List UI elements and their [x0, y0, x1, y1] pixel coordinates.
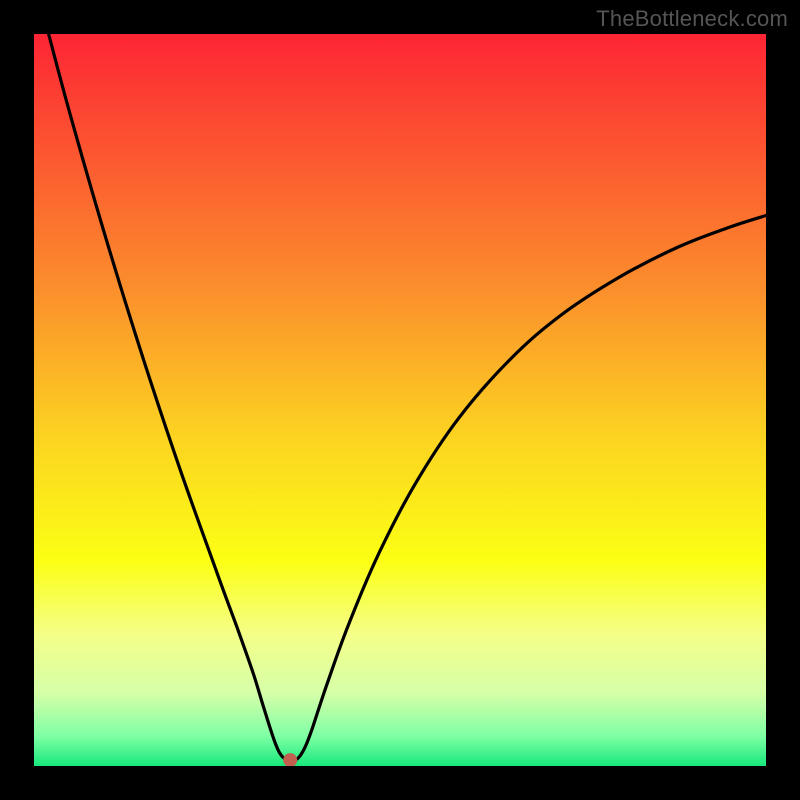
- optimal-point-marker: [283, 753, 297, 766]
- chart-frame: TheBottleneck.com: [0, 0, 800, 800]
- watermark-text: TheBottleneck.com: [596, 6, 788, 32]
- plot-area: [34, 34, 766, 766]
- bottleneck-curve: [34, 34, 766, 766]
